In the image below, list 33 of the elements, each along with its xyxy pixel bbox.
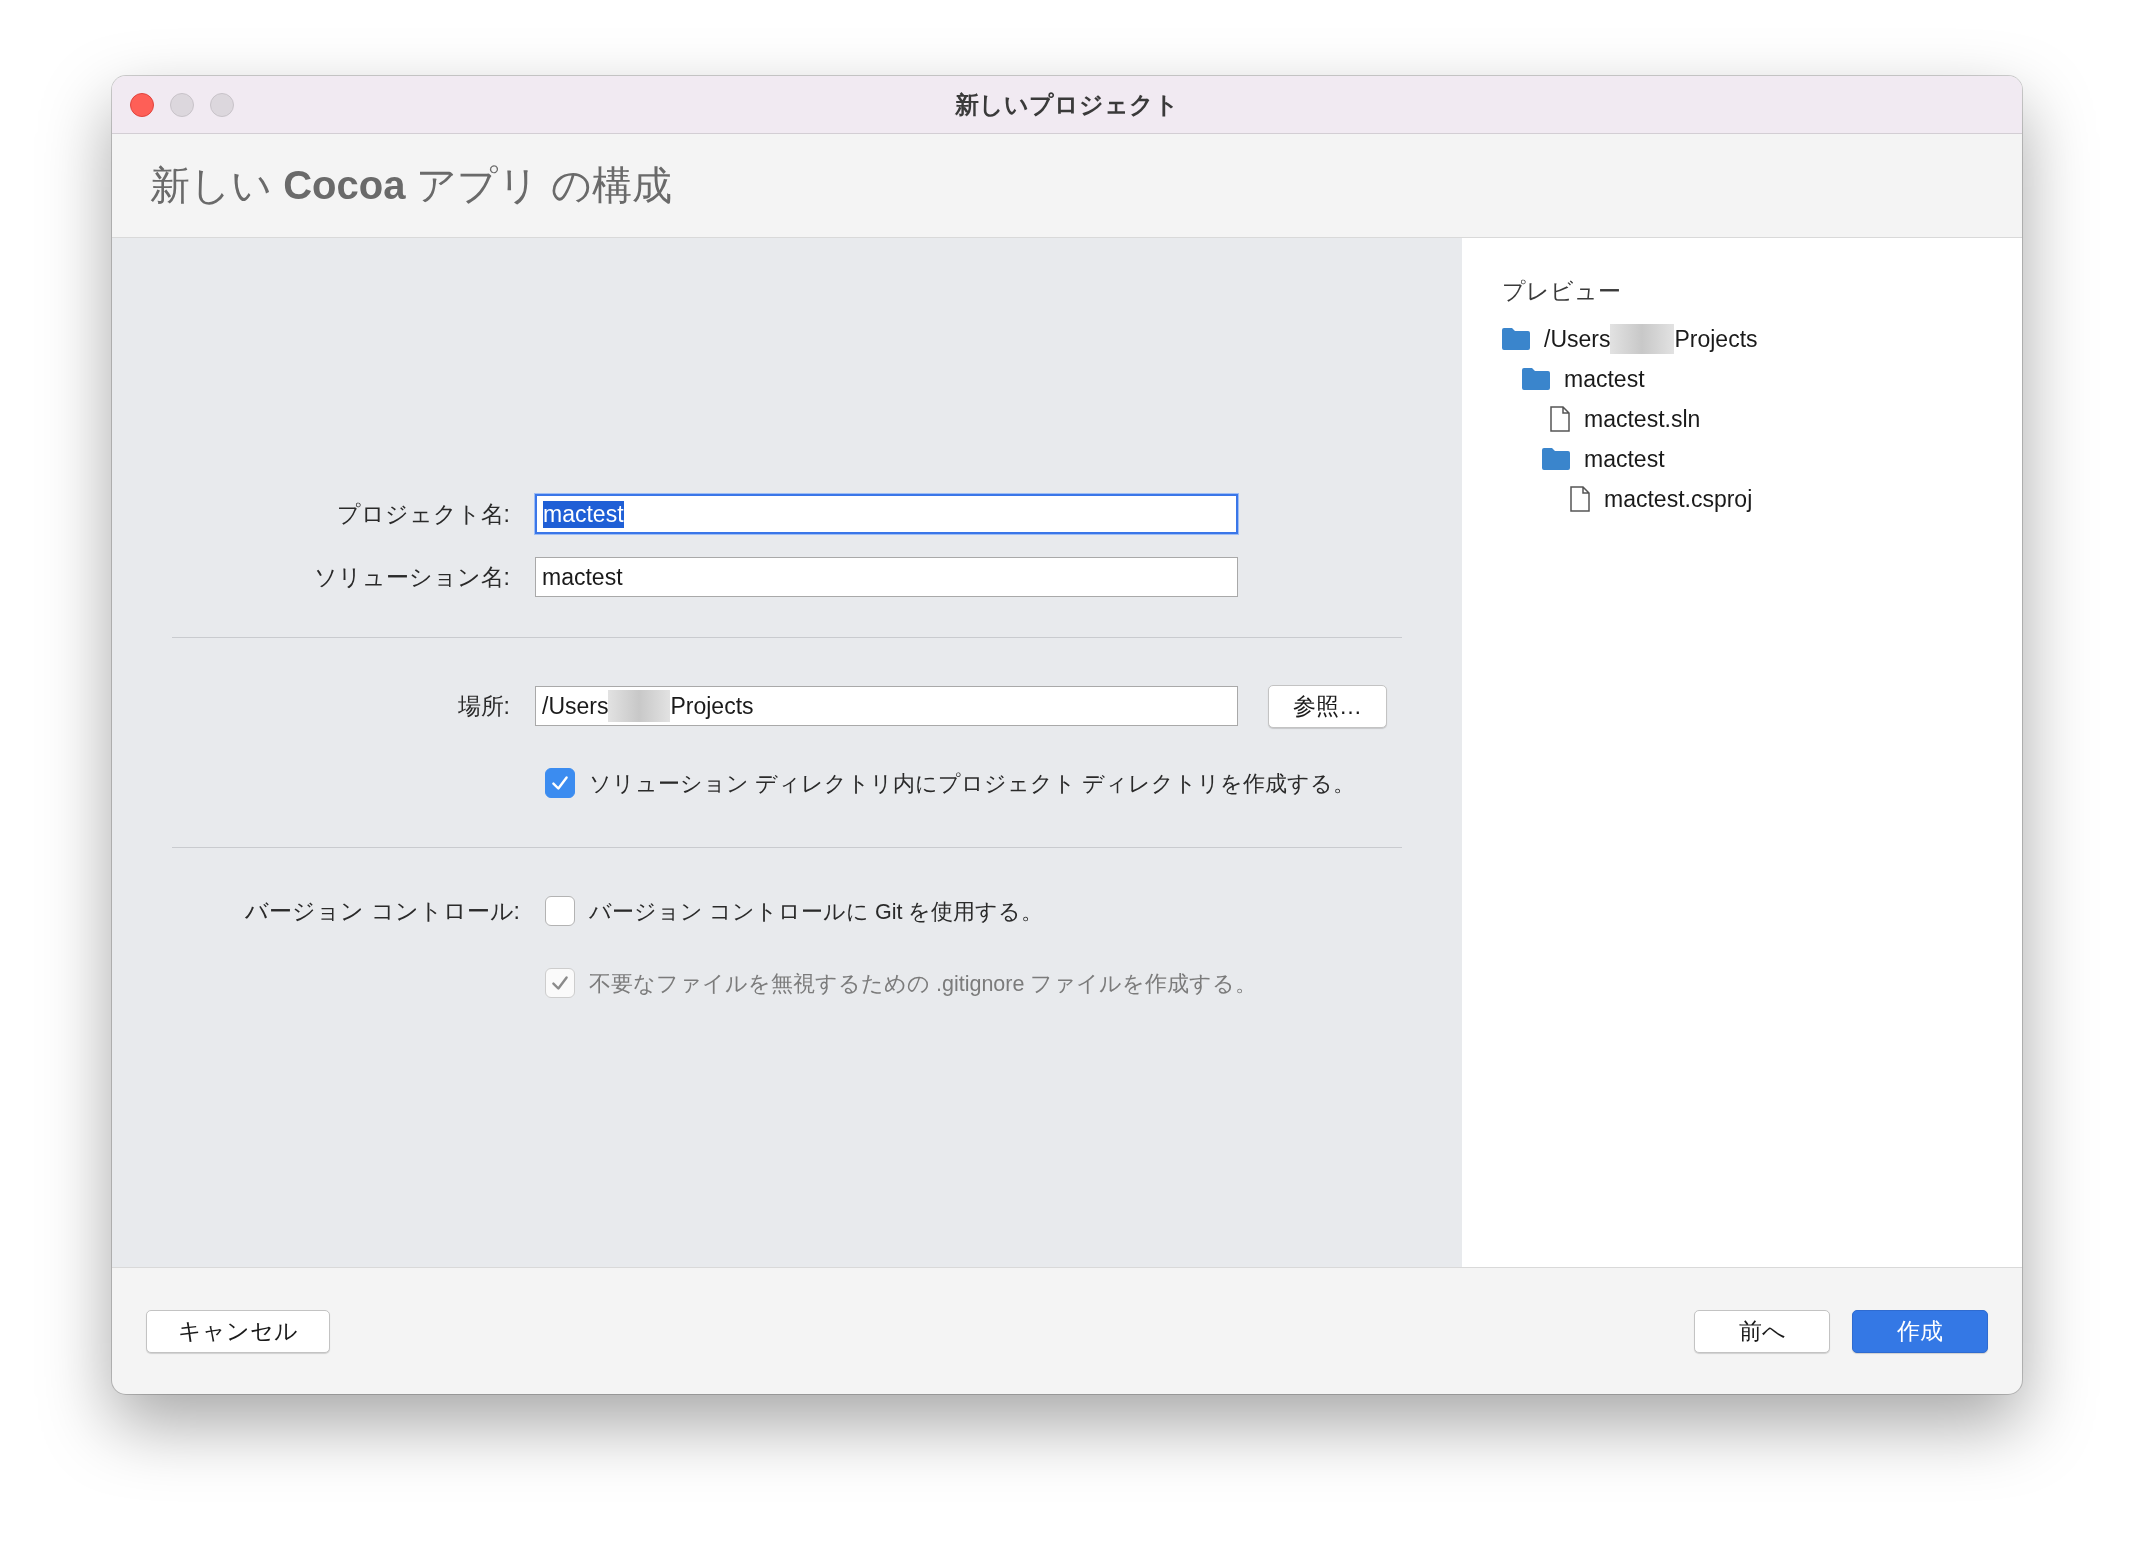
cancel-button[interactable]: キャンセル <box>146 1309 330 1353</box>
checkbox-label: ソリューション ディレクトリ内にプロジェクト ディレクトリを作成する。 <box>589 770 1355 798</box>
page-heading: 新しい Cocoa アプリ の構成 <box>150 162 672 209</box>
text-field[interactable]: mactest <box>535 557 1238 597</box>
preview-title: プレビュー <box>1502 277 1622 306</box>
folder-icon <box>1522 368 1550 390</box>
folder-icon <box>1542 448 1570 470</box>
window-title: 新しいプロジェクト <box>955 89 1179 120</box>
checkbox-label: バージョン コントロールに Git を使用する。 <box>589 898 1044 926</box>
create-button[interactable]: 作成 <box>1852 1309 1988 1353</box>
redaction-blur <box>1610 324 1675 354</box>
tree-item[interactable]: /Users <box>1544 325 1611 353</box>
tree-item[interactable]: mactest <box>1564 365 1645 393</box>
tree-item[interactable]: Projects <box>1674 325 1758 353</box>
tree-item[interactable]: mactest <box>1584 445 1665 473</box>
tree-item[interactable]: mactest.sln <box>1584 405 1701 433</box>
field-label: バージョン コントロール: <box>245 897 520 924</box>
location-field[interactable]: /Users Projects <box>535 686 1238 726</box>
checkbox-label: 不要なファイルを無視するための .gitignore ファイルを作成する。 <box>589 970 1258 998</box>
close-button[interactable] <box>130 92 154 117</box>
file-icon <box>1550 406 1570 432</box>
tree-item[interactable]: mactest.csproj <box>1604 485 1753 513</box>
back-button[interactable]: 前へ <box>1694 1309 1830 1353</box>
checkbox[interactable] <box>545 768 575 798</box>
checkbox[interactable] <box>545 896 575 926</box>
field-label: ソリューション名: <box>312 562 511 592</box>
field-label: 場所: <box>456 691 511 721</box>
browse-button[interactable]: 参照… <box>1268 684 1387 728</box>
file-icon <box>1570 486 1590 512</box>
field-label: プロジェクト名: <box>335 499 511 529</box>
text-field[interactable]: mactest <box>535 494 1238 534</box>
redaction-blur <box>608 690 671 722</box>
folder-icon <box>1502 328 1530 350</box>
